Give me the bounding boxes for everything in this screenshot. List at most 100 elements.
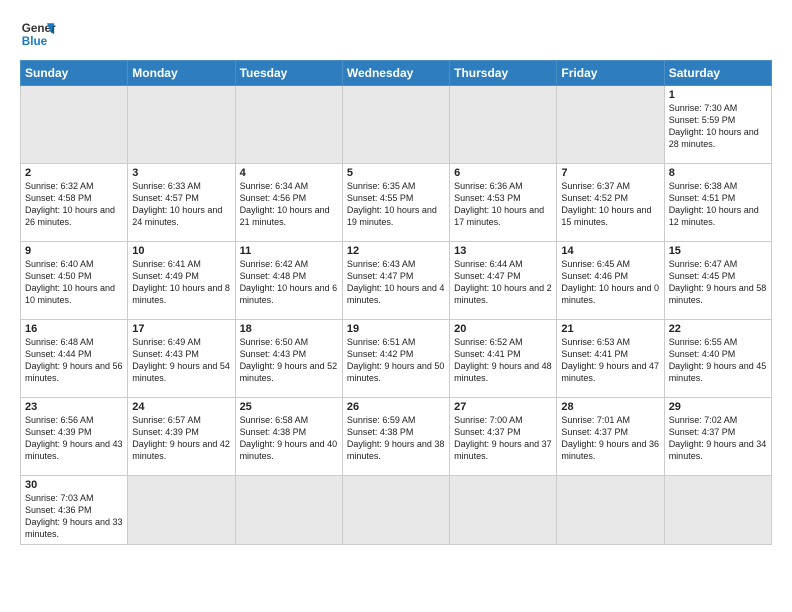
calendar-day: 7Sunrise: 6:37 AM Sunset: 4:52 PM Daylig… <box>557 164 664 242</box>
day-number: 10 <box>132 245 230 257</box>
day-info: Sunrise: 6:43 AM Sunset: 4:47 PM Dayligh… <box>347 258 445 307</box>
calendar-week-row: 9Sunrise: 6:40 AM Sunset: 4:50 PM Daylig… <box>21 242 772 320</box>
calendar-day <box>557 476 664 545</box>
calendar-day: 20Sunrise: 6:52 AM Sunset: 4:41 PM Dayli… <box>450 320 557 398</box>
calendar-week-row: 16Sunrise: 6:48 AM Sunset: 4:44 PM Dayli… <box>21 320 772 398</box>
calendar-day <box>128 86 235 164</box>
day-header-friday: Friday <box>557 61 664 86</box>
day-number: 17 <box>132 323 230 335</box>
day-info: Sunrise: 6:57 AM Sunset: 4:39 PM Dayligh… <box>132 414 230 463</box>
day-info: Sunrise: 6:45 AM Sunset: 4:46 PM Dayligh… <box>561 258 659 307</box>
day-number: 27 <box>454 401 552 413</box>
day-header-tuesday: Tuesday <box>235 61 342 86</box>
day-number: 12 <box>347 245 445 257</box>
day-info: Sunrise: 6:37 AM Sunset: 4:52 PM Dayligh… <box>561 180 659 229</box>
calendar-week-row: 2Sunrise: 6:32 AM Sunset: 4:58 PM Daylig… <box>21 164 772 242</box>
calendar-day: 17Sunrise: 6:49 AM Sunset: 4:43 PM Dayli… <box>128 320 235 398</box>
calendar-day: 11Sunrise: 6:42 AM Sunset: 4:48 PM Dayli… <box>235 242 342 320</box>
day-info: Sunrise: 6:35 AM Sunset: 4:55 PM Dayligh… <box>347 180 445 229</box>
day-number: 4 <box>240 167 338 179</box>
day-info: Sunrise: 6:55 AM Sunset: 4:40 PM Dayligh… <box>669 336 767 385</box>
calendar-week-row: 30Sunrise: 7:03 AM Sunset: 4:36 PM Dayli… <box>21 476 772 545</box>
calendar-day: 19Sunrise: 6:51 AM Sunset: 4:42 PM Dayli… <box>342 320 449 398</box>
calendar-day <box>450 476 557 545</box>
day-number: 29 <box>669 401 767 413</box>
day-number: 13 <box>454 245 552 257</box>
calendar-day: 22Sunrise: 6:55 AM Sunset: 4:40 PM Dayli… <box>664 320 771 398</box>
day-info: Sunrise: 6:36 AM Sunset: 4:53 PM Dayligh… <box>454 180 552 229</box>
day-number: 1 <box>669 89 767 101</box>
day-info: Sunrise: 6:34 AM Sunset: 4:56 PM Dayligh… <box>240 180 338 229</box>
calendar-day: 29Sunrise: 7:02 AM Sunset: 4:37 PM Dayli… <box>664 398 771 476</box>
day-info: Sunrise: 6:41 AM Sunset: 4:49 PM Dayligh… <box>132 258 230 307</box>
day-number: 19 <box>347 323 445 335</box>
day-info: Sunrise: 6:56 AM Sunset: 4:39 PM Dayligh… <box>25 414 123 463</box>
day-number: 30 <box>25 479 123 491</box>
calendar-day: 26Sunrise: 6:59 AM Sunset: 4:38 PM Dayli… <box>342 398 449 476</box>
day-number: 25 <box>240 401 338 413</box>
day-info: Sunrise: 6:51 AM Sunset: 4:42 PM Dayligh… <box>347 336 445 385</box>
calendar-header-row: SundayMondayTuesdayWednesdayThursdayFrid… <box>21 61 772 86</box>
day-number: 5 <box>347 167 445 179</box>
calendar-day: 4Sunrise: 6:34 AM Sunset: 4:56 PM Daylig… <box>235 164 342 242</box>
calendar-day: 24Sunrise: 6:57 AM Sunset: 4:39 PM Dayli… <box>128 398 235 476</box>
calendar-day: 6Sunrise: 6:36 AM Sunset: 4:53 PM Daylig… <box>450 164 557 242</box>
calendar-week-row: 23Sunrise: 6:56 AM Sunset: 4:39 PM Dayli… <box>21 398 772 476</box>
calendar-day: 28Sunrise: 7:01 AM Sunset: 4:37 PM Dayli… <box>557 398 664 476</box>
day-info: Sunrise: 7:30 AM Sunset: 5:59 PM Dayligh… <box>669 102 767 151</box>
day-info: Sunrise: 6:44 AM Sunset: 4:47 PM Dayligh… <box>454 258 552 307</box>
day-number: 24 <box>132 401 230 413</box>
calendar-day <box>557 86 664 164</box>
calendar-day: 18Sunrise: 6:50 AM Sunset: 4:43 PM Dayli… <box>235 320 342 398</box>
day-number: 2 <box>25 167 123 179</box>
calendar-day: 3Sunrise: 6:33 AM Sunset: 4:57 PM Daylig… <box>128 164 235 242</box>
logo: General Blue <box>20 16 56 52</box>
day-info: Sunrise: 6:50 AM Sunset: 4:43 PM Dayligh… <box>240 336 338 385</box>
day-info: Sunrise: 6:49 AM Sunset: 4:43 PM Dayligh… <box>132 336 230 385</box>
day-header-saturday: Saturday <box>664 61 771 86</box>
logo-icon: General Blue <box>20 16 56 52</box>
calendar-day: 30Sunrise: 7:03 AM Sunset: 4:36 PM Dayli… <box>21 476 128 545</box>
day-info: Sunrise: 6:59 AM Sunset: 4:38 PM Dayligh… <box>347 414 445 463</box>
calendar-week-row: 1Sunrise: 7:30 AM Sunset: 5:59 PM Daylig… <box>21 86 772 164</box>
day-number: 22 <box>669 323 767 335</box>
calendar-day: 10Sunrise: 6:41 AM Sunset: 4:49 PM Dayli… <box>128 242 235 320</box>
calendar-day <box>235 476 342 545</box>
calendar-day: 9Sunrise: 6:40 AM Sunset: 4:50 PM Daylig… <box>21 242 128 320</box>
day-number: 8 <box>669 167 767 179</box>
day-info: Sunrise: 6:42 AM Sunset: 4:48 PM Dayligh… <box>240 258 338 307</box>
calendar-day <box>342 86 449 164</box>
calendar-day: 27Sunrise: 7:00 AM Sunset: 4:37 PM Dayli… <box>450 398 557 476</box>
day-number: 3 <box>132 167 230 179</box>
day-number: 18 <box>240 323 338 335</box>
day-info: Sunrise: 6:32 AM Sunset: 4:58 PM Dayligh… <box>25 180 123 229</box>
calendar-day <box>450 86 557 164</box>
calendar-table: SundayMondayTuesdayWednesdayThursdayFrid… <box>20 60 772 545</box>
calendar-day: 5Sunrise: 6:35 AM Sunset: 4:55 PM Daylig… <box>342 164 449 242</box>
day-info: Sunrise: 6:52 AM Sunset: 4:41 PM Dayligh… <box>454 336 552 385</box>
calendar-day: 2Sunrise: 6:32 AM Sunset: 4:58 PM Daylig… <box>21 164 128 242</box>
day-info: Sunrise: 7:03 AM Sunset: 4:36 PM Dayligh… <box>25 492 123 541</box>
day-info: Sunrise: 7:02 AM Sunset: 4:37 PM Dayligh… <box>669 414 767 463</box>
day-info: Sunrise: 7:01 AM Sunset: 4:37 PM Dayligh… <box>561 414 659 463</box>
svg-text:Blue: Blue <box>22 35 48 48</box>
day-header-monday: Monday <box>128 61 235 86</box>
day-info: Sunrise: 6:47 AM Sunset: 4:45 PM Dayligh… <box>669 258 767 307</box>
calendar-day: 13Sunrise: 6:44 AM Sunset: 4:47 PM Dayli… <box>450 242 557 320</box>
day-header-thursday: Thursday <box>450 61 557 86</box>
calendar-day <box>235 86 342 164</box>
day-number: 20 <box>454 323 552 335</box>
day-number: 11 <box>240 245 338 257</box>
page: General Blue SundayMondayTuesdayWednesda… <box>0 0 792 612</box>
calendar-day: 12Sunrise: 6:43 AM Sunset: 4:47 PM Dayli… <box>342 242 449 320</box>
day-info: Sunrise: 7:00 AM Sunset: 4:37 PM Dayligh… <box>454 414 552 463</box>
calendar-day: 15Sunrise: 6:47 AM Sunset: 4:45 PM Dayli… <box>664 242 771 320</box>
day-number: 7 <box>561 167 659 179</box>
day-number: 16 <box>25 323 123 335</box>
day-header-wednesday: Wednesday <box>342 61 449 86</box>
day-number: 26 <box>347 401 445 413</box>
header: General Blue <box>20 16 772 52</box>
day-header-sunday: Sunday <box>21 61 128 86</box>
day-number: 9 <box>25 245 123 257</box>
calendar-day <box>128 476 235 545</box>
